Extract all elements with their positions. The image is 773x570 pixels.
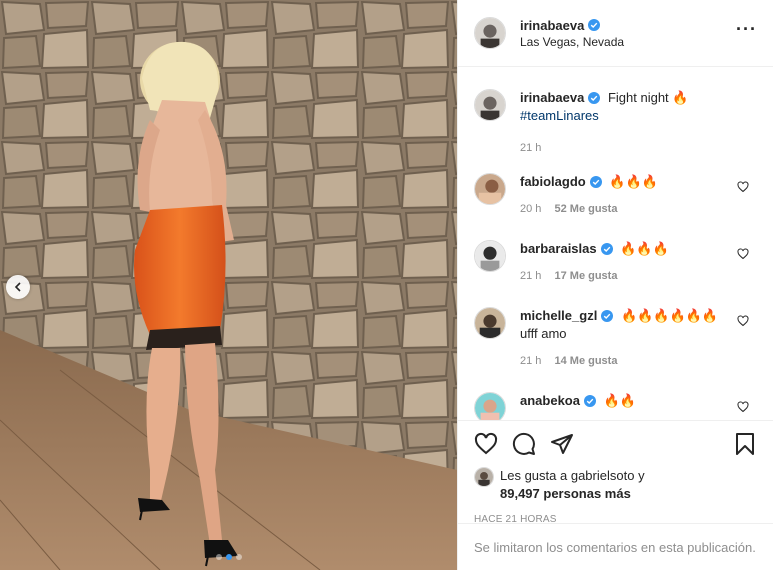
caption-text: Fight night	[607, 90, 669, 105]
post-photo[interactable]	[0, 0, 457, 570]
likes-summary: Les gusta a gabrielsoto y 89,497 persona…	[474, 467, 757, 503]
likes-count[interactable]: 89,497 personas más	[500, 486, 631, 501]
post-location[interactable]: Las Vegas, Nevada	[520, 35, 736, 49]
verified-badge-icon	[588, 19, 601, 31]
send-icon[interactable]	[550, 432, 574, 456]
verified-badge-icon	[583, 395, 596, 407]
caption-username[interactable]: irinabaeva	[520, 89, 601, 107]
chevron-left-icon	[14, 282, 21, 292]
comment-time[interactable]: 20 h	[520, 203, 541, 215]
liker-avatar[interactable]	[474, 467, 494, 487]
verified-badge-icon	[588, 92, 601, 104]
author-username[interactable]: irinabaeva	[520, 18, 601, 33]
caption: irinabaeva Fight night 🔥 #teamLinares 21…	[474, 89, 757, 157]
carousel-dot-active	[225, 554, 232, 560]
likes-prefix: Les gusta a	[500, 468, 568, 483]
comment-item: anabekoa 🔥🔥	[474, 392, 757, 420]
comment-likes[interactable]: 52 Me gusta	[554, 203, 617, 215]
comments-section: irinabaeva Fight night 🔥 #teamLinares 21…	[458, 67, 773, 420]
carousel-dot	[215, 554, 222, 560]
commenter-avatar[interactable]	[474, 307, 506, 339]
post-header: irinabaeva Las Vegas, Nevada ···	[458, 0, 773, 67]
verified-badge-icon	[589, 176, 602, 188]
fire-emoji: 🔥🔥🔥	[620, 241, 669, 256]
liker-username[interactable]: gabrielsoto	[571, 468, 635, 483]
verified-badge-icon	[601, 310, 614, 322]
fire-emoji: 🔥🔥	[603, 393, 636, 408]
comment-time[interactable]: 21 h	[520, 355, 541, 367]
caption-time[interactable]: 21 h	[520, 142, 541, 154]
commenter-username[interactable]: barbaraislas	[520, 240, 613, 258]
carousel-dot	[235, 554, 242, 560]
post-actions: Les gusta a gabrielsoto y 89,497 persona…	[458, 420, 773, 525]
author-avatar[interactable]	[474, 17, 506, 49]
comment-item: michelle_gzl 🔥🔥🔥🔥🔥🔥 ufff amo 21 h 14 Me …	[474, 307, 757, 370]
more-options-button[interactable]: ···	[736, 20, 757, 42]
more-horizontal-icon: ···	[736, 19, 757, 39]
comment-likes[interactable]: 14 Me gusta	[554, 355, 617, 367]
likes-suffix: y	[638, 468, 645, 483]
author-info: irinabaeva Las Vegas, Nevada	[520, 18, 736, 49]
commenter-avatar[interactable]	[474, 173, 506, 205]
photo-scene	[0, 0, 457, 570]
caption-avatar[interactable]	[474, 89, 506, 121]
comments-limited-notice: Se limitaron los comentarios en esta pub…	[458, 523, 773, 570]
previous-slide-button[interactable]	[6, 275, 30, 299]
heart-icon[interactable]	[474, 432, 498, 456]
fire-emoji: 🔥	[672, 90, 689, 105]
heart-icon[interactable]	[737, 181, 749, 193]
heart-icon[interactable]	[737, 248, 749, 260]
bookmark-icon[interactable]	[733, 432, 757, 456]
heart-icon[interactable]	[737, 401, 749, 413]
fire-emoji: 🔥🔥🔥	[609, 174, 658, 189]
commenter-avatar[interactable]	[474, 240, 506, 272]
fire-emoji: 🔥🔥🔥🔥🔥🔥	[620, 308, 719, 323]
comment-item: fabiolagdo 🔥🔥🔥 20 h 52 Me gusta	[474, 173, 757, 218]
comment-time[interactable]: 21 h	[520, 270, 541, 282]
commenter-username[interactable]: anabekoa	[520, 392, 596, 410]
hashtag-link[interactable]: #teamLinares	[520, 108, 599, 123]
commenter-avatar[interactable]	[474, 392, 506, 420]
carousel-indicator	[0, 554, 457, 560]
comment-text: ufff amo	[520, 326, 567, 341]
post-sidebar: irinabaeva Las Vegas, Nevada ··· irinaba…	[457, 0, 773, 570]
comment-icon[interactable]	[512, 432, 536, 456]
comment-item: barbaraislas 🔥🔥🔥 21 h 17 Me gusta	[474, 240, 757, 285]
comment-likes[interactable]: 17 Me gusta	[554, 270, 617, 282]
verified-badge-icon	[600, 243, 613, 255]
heart-icon[interactable]	[737, 315, 749, 327]
commenter-username[interactable]: fabiolagdo	[520, 173, 602, 191]
instagram-post: irinabaeva Las Vegas, Nevada ··· irinaba…	[0, 0, 773, 570]
commenter-username[interactable]: michelle_gzl	[520, 307, 614, 325]
